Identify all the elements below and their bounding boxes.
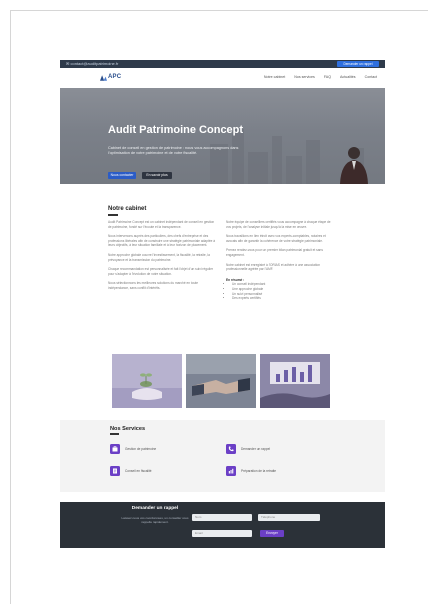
top-email[interactable]: ✉ contact@auditpatrimoine.fr <box>66 61 118 66</box>
document-icon <box>110 466 120 476</box>
hero-title: Audit Patrimoine Concept <box>108 124 244 136</box>
service-item[interactable]: Gestion de patrimoine <box>110 444 156 454</box>
nav-item-contact[interactable]: Contact <box>365 75 377 79</box>
skyline-building <box>286 156 302 184</box>
plant-coins-image <box>112 354 182 408</box>
handshake-image <box>186 354 256 408</box>
service-label: Conseil en fiscalité <box>125 469 152 473</box>
skyline-building <box>248 152 268 184</box>
title-underline <box>110 433 119 435</box>
chart-icon <box>226 466 236 476</box>
nav-menu: Notre cabinet Nos services FAQ Actualité… <box>264 75 377 79</box>
site-logo[interactable]: APC <box>108 74 121 80</box>
about-section: Notre cabinet Audit Patrimoine Concept e… <box>60 184 385 340</box>
about-left-column: Audit Patrimoine Concept est un cabinet … <box>108 220 218 296</box>
about-paragraph: Nous sélectionnons les meilleures soluti… <box>108 281 199 290</box>
callback-title: Demander un rappel <box>131 506 179 511</box>
phone-icon <box>226 444 236 454</box>
service-item[interactable]: Demander un rappel <box>226 444 270 454</box>
nav-item-news[interactable]: Actualités <box>340 75 356 79</box>
summary-list: Un conseil indépendant Une approche glob… <box>226 282 336 300</box>
about-paragraph: Notre cabinet est enregistré à l'ORIAS e… <box>226 262 320 272</box>
about-paragraph: Notre approche globale couvre l'investis… <box>108 252 210 262</box>
hero-banner: Audit Patrimoine Concept Cabinet de cons… <box>60 88 385 184</box>
email-field[interactable]: Email <box>192 530 252 537</box>
callback-section: Demander un rappel Laissez-nous vos coor… <box>60 502 385 548</box>
main-navigation: APC Notre cabinet Nos services FAQ Actua… <box>60 68 385 88</box>
briefcase-icon <box>110 444 120 454</box>
send-button[interactable]: Envoyer <box>260 530 284 537</box>
about-paragraph: Audit Patrimoine Concept est un cabinet … <box>108 220 215 229</box>
about-paragraph: Chaque recommandation est personnalisée … <box>108 267 214 276</box>
hero-contact-button[interactable]: Nous contacter <box>108 172 136 179</box>
skyline-building <box>232 129 244 184</box>
topbar-callback-button[interactable]: Demander un rappel <box>337 61 379 67</box>
about-right-column: Notre équipe de conseillers certifiés vo… <box>226 220 336 301</box>
services-section: Nos Services Gestion de patrimoine Deman… <box>60 420 385 492</box>
service-label: Gestion de patrimoine <box>125 447 157 451</box>
about-paragraph: Nous intervenons auprès des particuliers… <box>108 234 216 248</box>
logo-icon <box>100 75 107 81</box>
nav-item-services[interactable]: Nos services <box>294 75 315 79</box>
about-title: Notre cabinet <box>108 206 147 212</box>
about-paragraph: Prenez rendez-vous pour un premier bilan… <box>226 248 323 257</box>
service-item[interactable]: Conseil en fiscalité <box>110 466 152 476</box>
name-field[interactable]: Nom <box>192 514 252 521</box>
list-item: Des experts certifiés <box>232 296 336 301</box>
hero-subtitle: Cabinet de conseil en gestion de patrimo… <box>108 146 239 155</box>
phone-field[interactable]: Téléphone <box>258 514 320 521</box>
businessman-figure <box>340 147 368 184</box>
financial-chart-image <box>260 354 330 408</box>
about-paragraph: Nous travaillons en lien étroit avec vos… <box>226 234 326 243</box>
callback-text: Laissez-nous vos coordonnées, un conseil… <box>121 516 189 524</box>
service-item[interactable]: Préparation de la retraite <box>226 466 276 476</box>
image-gallery <box>112 354 332 408</box>
nav-item-cabinet[interactable]: Notre cabinet <box>264 75 285 79</box>
service-label: Demander un rappel <box>241 447 271 451</box>
skyline-building <box>272 136 282 184</box>
about-paragraph: Notre équipe de conseillers certifiés vo… <box>226 220 331 229</box>
top-bar: ✉ contact@auditpatrimoine.fr Demander un… <box>60 60 385 68</box>
hero-more-button[interactable]: En savoir plus <box>142 172 172 179</box>
nav-item-faq[interactable]: FAQ <box>324 75 331 79</box>
title-underline <box>108 214 118 216</box>
services-title: Nos Services <box>110 426 146 432</box>
service-label: Préparation de la retraite <box>241 469 277 473</box>
skyline-building <box>306 140 320 184</box>
